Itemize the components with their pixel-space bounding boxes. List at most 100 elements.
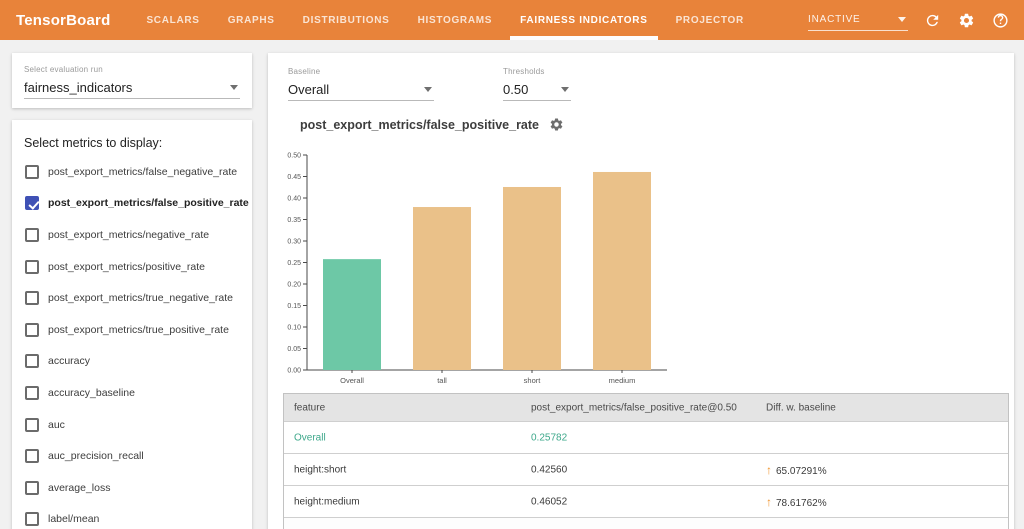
evaluation-run-label: Select evaluation run [24, 65, 103, 74]
baseline-dropdown[interactable]: Overall [288, 79, 434, 101]
fairness-main-panel: Baseline Overall Thresholds 0.50 post_ex… [268, 53, 1014, 529]
checkbox-unchecked-icon[interactable] [25, 512, 39, 527]
chevron-down-icon [898, 17, 906, 22]
tab-scalars[interactable]: SCALARS [132, 0, 213, 40]
checkbox-unchecked-icon[interactable] [25, 164, 39, 179]
checkbox-unchecked-icon[interactable] [25, 449, 39, 464]
tensorboard-app: TensorBoard SCALARS GRAPHS DISTRIBUTIONS HI… [0, 0, 1024, 529]
metric-label: post_export_metrics/false_positive_rate [48, 197, 249, 210]
svg-text:tall: tall [437, 376, 447, 385]
cell-metric-value: 0.25782 [531, 432, 568, 443]
metrics-selection-card: Select metrics to display: post_export_m… [12, 120, 252, 529]
bar-tall[interactable] [413, 207, 471, 370]
metric-checkbox-item[interactable]: auc [24, 409, 240, 441]
metric-checkbox-item[interactable]: average_loss [24, 472, 240, 504]
cell-feature: Overall [294, 432, 326, 443]
svg-text:0.10: 0.10 [287, 325, 301, 332]
metric-label: post_export_metrics/true_negative_rate [48, 292, 234, 305]
metric-checkbox-item[interactable]: auc_precision_recall [24, 440, 240, 472]
cell-feature: height:medium [294, 496, 360, 507]
status-dropdown[interactable]: INACTIVE [808, 9, 908, 31]
chart-header: post_export_metrics/false_positive_rate [300, 117, 564, 132]
metric-label: post_export_metrics/true_positive_rate [48, 323, 229, 336]
status-dropdown-value: INACTIVE [808, 14, 861, 25]
checkbox-checked-icon[interactable] [25, 196, 39, 211]
baseline-label: Baseline [288, 67, 321, 76]
table-row[interactable]: height:medium 0.46052 ↑ 78.61762% [284, 485, 1008, 517]
metric-label: accuracy_baseline [48, 386, 135, 399]
cell-diff-baseline: ↑ 78.61762% [766, 494, 827, 509]
table-row[interactable]: Overall 0.25782 [284, 421, 1008, 453]
metric-label: post_export_metrics/positive_rate [48, 260, 205, 273]
tab-fairness-indicators[interactable]: FAIRNESS INDICATORS [506, 0, 661, 40]
cell-metric-value: 0.46052 [531, 496, 568, 507]
tab-distributions[interactable]: DISTRIBUTIONS [289, 0, 404, 40]
cell-metric-value: 0.42560 [531, 464, 568, 475]
checkbox-unchecked-icon[interactable] [25, 322, 39, 337]
checkbox-unchecked-icon[interactable] [25, 354, 39, 369]
tab-histograms[interactable]: HISTOGRAMS [404, 0, 507, 40]
metrics-panel-title: Select metrics to display: [24, 136, 163, 150]
svg-text:medium: medium [609, 376, 636, 385]
baseline-value: Overall [288, 82, 330, 97]
table-header-row: feature post_export_metrics/false_positi… [284, 394, 1008, 421]
table-row-partial [284, 517, 1008, 529]
table-body: Overall 0.25782 height:short 0.42560 ↑ 65.072… [284, 421, 1008, 517]
bar-medium[interactable] [593, 171, 651, 370]
evaluation-run-card: Select evaluation run fairness_indicator… [12, 53, 252, 108]
svg-text:0.30: 0.30 [287, 239, 301, 246]
bar-chart[interactable]: 0.00 0.05 0.10 0.15 0.20 0.25 0.30 0.35 0.40 0.45… [277, 147, 677, 392]
svg-text:Overall: Overall [340, 376, 364, 385]
checkbox-unchecked-icon[interactable] [25, 291, 39, 306]
svg-text:short: short [524, 376, 542, 385]
metric-checkbox-item[interactable]: post_export_metrics/true_positive_rate [24, 314, 240, 346]
arrow-up-icon: ↑ [766, 494, 772, 509]
cell-diff-baseline: ↑ 65.07291% [766, 462, 827, 477]
evaluation-run-value: fairness_indicators [24, 80, 133, 95]
column-header-diff: Diff. w. baseline [766, 402, 836, 413]
cell-feature: height:short [294, 464, 347, 475]
help-icon[interactable] [990, 10, 1010, 30]
checkbox-unchecked-icon[interactable] [25, 385, 39, 400]
svg-text:0.50: 0.50 [287, 153, 301, 160]
evaluation-run-dropdown[interactable]: fairness_indicators [24, 77, 240, 99]
metric-label: label/mean [48, 513, 100, 526]
tab-graphs[interactable]: GRAPHS [214, 0, 289, 40]
arrow-up-icon: ↑ [766, 462, 772, 477]
chart-settings-gear-icon[interactable] [549, 117, 564, 132]
metric-checkbox-item[interactable]: accuracy_baseline [24, 377, 240, 409]
top-app-bar: TensorBoard SCALARS GRAPHS DISTRIBUTIONS HI… [0, 0, 1024, 40]
metric-checkbox-item[interactable]: post_export_metrics/negative_rate [24, 219, 240, 251]
metric-checkbox-item[interactable]: accuracy [24, 346, 240, 378]
thresholds-label: Thresholds [503, 67, 545, 76]
refresh-icon[interactable] [922, 10, 942, 30]
metric-label: auc [48, 418, 65, 431]
chevron-down-icon [230, 85, 238, 90]
metric-checkbox-item[interactable]: post_export_metrics/false_positive_rate [24, 188, 249, 220]
bar-short[interactable] [503, 186, 561, 370]
svg-text:0.20: 0.20 [287, 282, 301, 289]
app-logo: TensorBoard [16, 11, 111, 29]
metrics-table: feature post_export_metrics/false_positi… [283, 393, 1009, 529]
table-row[interactable]: height:short 0.42560 ↑ 65.07291% [284, 453, 1008, 485]
column-header-metric: post_export_metrics/false_positive_rate@… [531, 402, 737, 413]
checkbox-unchecked-icon[interactable] [25, 227, 39, 242]
gear-icon[interactable] [956, 10, 976, 30]
checkbox-unchecked-icon[interactable] [25, 480, 39, 495]
checkbox-unchecked-icon[interactable] [25, 417, 39, 432]
chevron-down-icon [561, 87, 569, 92]
svg-text:0.40: 0.40 [287, 196, 301, 203]
svg-text:0.25: 0.25 [287, 260, 301, 267]
checkbox-unchecked-icon[interactable] [25, 259, 39, 274]
metric-checkbox-item[interactable]: label/mean [24, 504, 240, 529]
bar-Overall[interactable] [323, 259, 381, 370]
svg-text:0.00: 0.00 [287, 368, 301, 375]
metric-checkbox-item[interactable]: post_export_metrics/false_negative_rate [24, 156, 240, 188]
metric-checkbox-item[interactable]: post_export_metrics/true_negative_rate [24, 282, 240, 314]
main-nav-tabs: SCALARS GRAPHS DISTRIBUTIONS HISTOGRAMS FAIR… [132, 0, 757, 40]
thresholds-dropdown[interactable]: 0.50 [503, 79, 571, 101]
tab-projector[interactable]: PROJECTOR [662, 0, 758, 40]
topbar-actions: INACTIVE [808, 0, 1024, 40]
metric-checkbox-item[interactable]: post_export_metrics/positive_rate [24, 251, 240, 283]
thresholds-value: 0.50 [503, 82, 529, 97]
